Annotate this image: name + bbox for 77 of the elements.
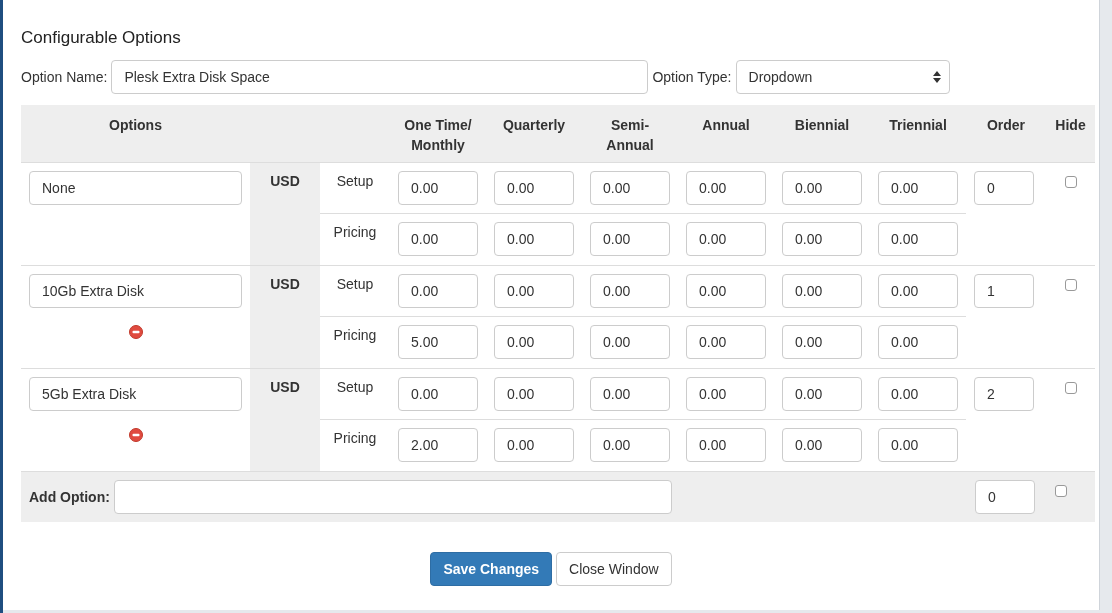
price-input[interactable]: 0.00 [878, 274, 958, 308]
option-type-select[interactable]: Dropdown [735, 60, 950, 94]
option-name-input[interactable]: None [29, 171, 242, 205]
price-input[interactable]: 0.00 [686, 171, 766, 205]
order-input[interactable]: 0 [974, 171, 1034, 205]
option-type-label: Option Type: [652, 69, 732, 85]
price-input[interactable]: 0.00 [878, 325, 958, 359]
price-input[interactable]: 0.00 [686, 222, 766, 256]
pricing-label: Pricing [333, 224, 377, 240]
currency-label: USD [250, 266, 320, 368]
price-input[interactable]: 0.00 [494, 222, 574, 256]
setup-label: Setup [336, 276, 374, 292]
option-name-input[interactable]: Plesk Extra Disk Space [111, 60, 649, 94]
add-option-input[interactable] [113, 480, 672, 514]
price-input[interactable]: 0.00 [878, 377, 958, 411]
price-input[interactable]: 2.00 [398, 428, 478, 462]
column-header: Semi- Annual [605, 116, 655, 155]
price-input[interactable]: 0.00 [782, 377, 862, 411]
pricing-label: Pricing [333, 327, 377, 343]
price-input[interactable]: 0.00 [878, 171, 958, 205]
order-input[interactable]: 2 [974, 377, 1034, 411]
price-input[interactable]: 0.00 [782, 222, 862, 256]
price-input[interactable]: 0.00 [398, 377, 478, 411]
currency-label: USD [250, 163, 320, 265]
column-header: Triennial [888, 116, 948, 135]
price-input[interactable]: 0.00 [398, 274, 478, 308]
remove-icon[interactable] [128, 428, 143, 442]
pricing-label: Pricing [333, 430, 377, 446]
price-input[interactable]: 0.00 [878, 428, 958, 462]
select-arrows-icon [932, 71, 941, 83]
hide-checkbox[interactable] [1064, 176, 1077, 188]
hide-checkbox[interactable] [1064, 279, 1077, 291]
option-name-input[interactable]: 5Gb Extra Disk [29, 377, 242, 411]
price-input[interactable]: 0.00 [782, 171, 862, 205]
currency-label: USD [250, 369, 320, 471]
setup-label: Setup [336, 173, 374, 189]
price-input[interactable]: 0.00 [494, 377, 574, 411]
add-option-label: Add Option: [29, 489, 110, 505]
setup-label: Setup [336, 379, 374, 395]
save-button[interactable]: Save Changes [430, 552, 553, 586]
close-button[interactable]: Close Window [556, 552, 672, 586]
price-input[interactable]: 0.00 [686, 377, 766, 411]
column-header: Annual [701, 116, 751, 135]
option-name-input[interactable]: 10Gb Extra Disk [29, 274, 242, 308]
remove-icon[interactable] [128, 325, 143, 339]
price-input[interactable]: 0.00 [494, 171, 574, 205]
option-name-label: Option Name: [21, 69, 108, 85]
section-title: Configurable Options [21, 28, 182, 48]
column-header: One Time/ Monthly [403, 116, 473, 155]
order-input[interactable]: 0 [974, 480, 1035, 514]
column-header: Quarterly [501, 116, 567, 135]
price-input[interactable]: 0.00 [782, 274, 862, 308]
price-input[interactable]: 0.00 [782, 428, 862, 462]
column-header: Options [108, 116, 163, 135]
column-header: Hide [1054, 116, 1087, 135]
price-input[interactable]: 0.00 [494, 274, 574, 308]
price-input[interactable]: 0.00 [686, 325, 766, 359]
price-input[interactable]: 0.00 [590, 377, 670, 411]
column-header: Biennial [793, 116, 851, 135]
price-input[interactable]: 0.00 [590, 171, 670, 205]
hide-checkbox[interactable] [1064, 382, 1077, 394]
price-input[interactable]: 0.00 [686, 428, 766, 462]
price-input[interactable]: 0.00 [494, 325, 574, 359]
price-input[interactable]: 0.00 [686, 274, 766, 308]
price-input[interactable]: 0.00 [590, 428, 670, 462]
hide-checkbox[interactable] [1054, 485, 1067, 497]
price-input[interactable]: 0.00 [494, 428, 574, 462]
price-input[interactable]: 0.00 [398, 222, 478, 256]
price-input[interactable]: 0.00 [590, 274, 670, 308]
price-input[interactable]: 0.00 [398, 171, 478, 205]
price-input[interactable]: 0.00 [590, 222, 670, 256]
column-header: Order [985, 116, 1027, 135]
price-input[interactable]: 0.00 [878, 222, 958, 256]
price-input[interactable]: 0.00 [590, 325, 670, 359]
price-input[interactable]: 5.00 [398, 325, 478, 359]
order-input[interactable]: 1 [974, 274, 1034, 308]
price-input[interactable]: 0.00 [782, 325, 862, 359]
